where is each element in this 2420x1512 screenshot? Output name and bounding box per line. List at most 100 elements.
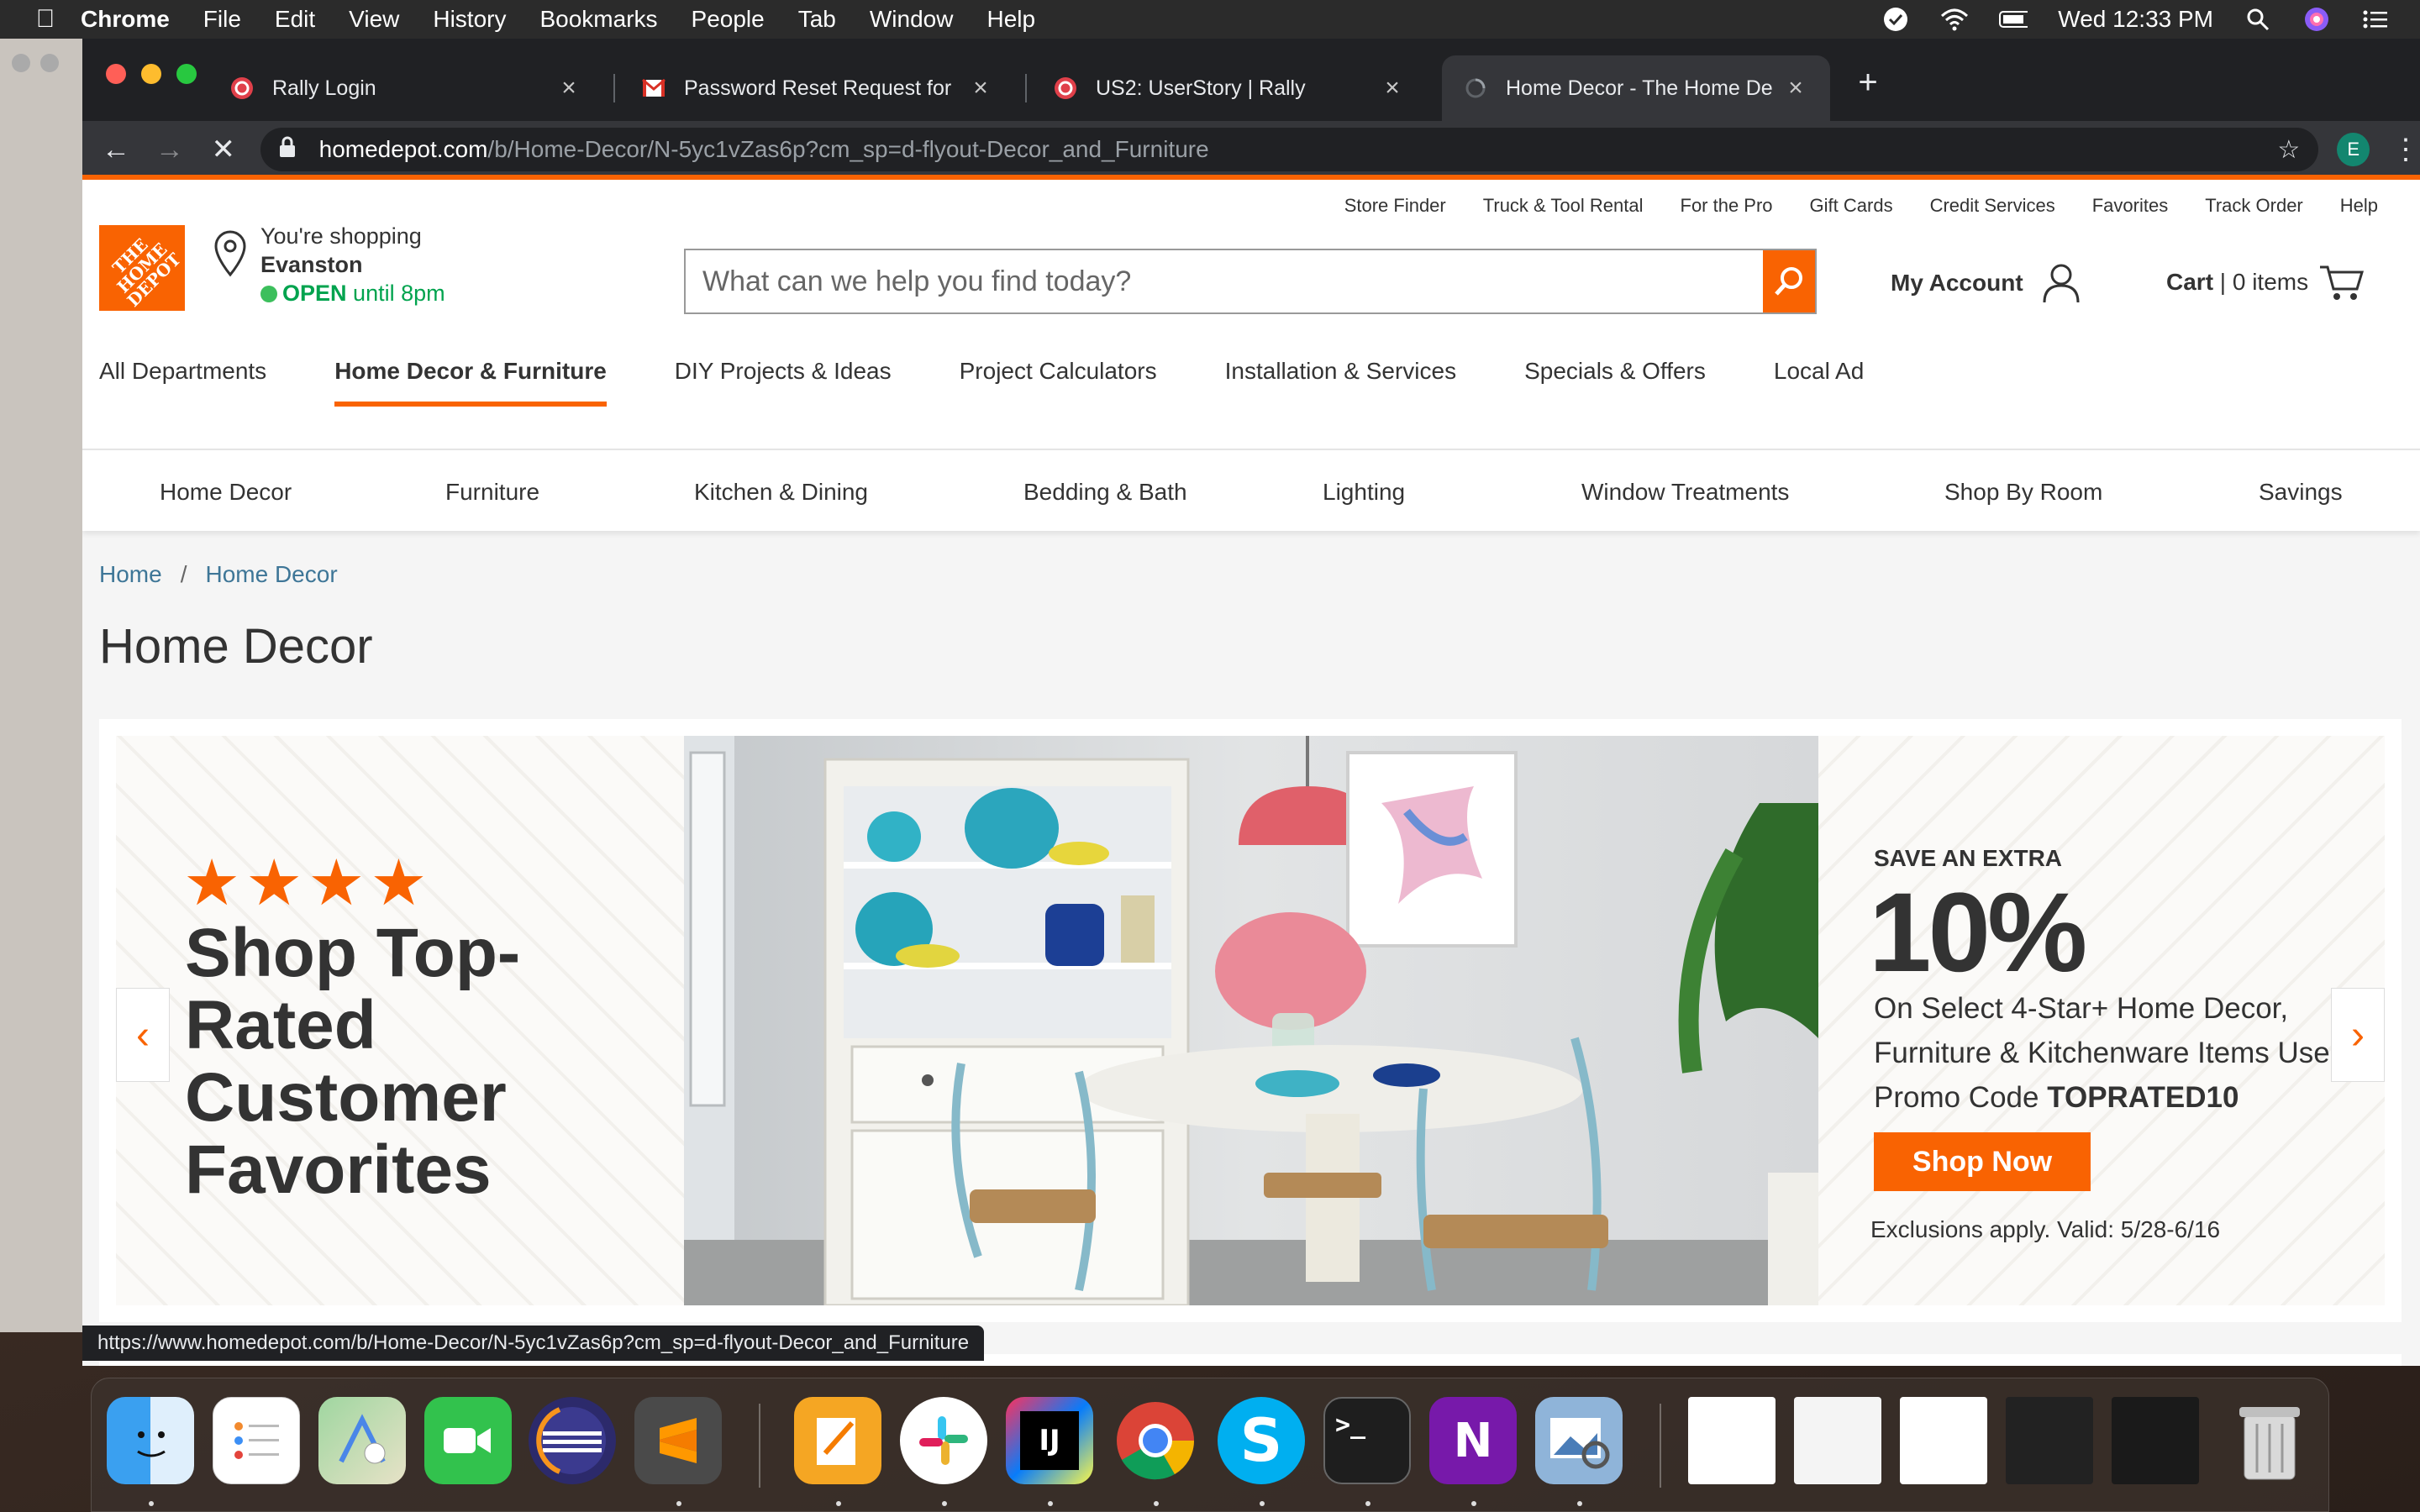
battery-icon[interactable] [1999,7,2028,32]
sublime-text-icon[interactable] [634,1397,722,1484]
breadcrumb-home-decor[interactable]: Home Decor [205,561,337,587]
link-credit-services[interactable]: Credit Services [1930,195,2055,217]
spotlight-search-icon[interactable] [2244,7,2272,32]
subnav-home-decor[interactable]: Home Decor [160,479,292,506]
tab-home-decor-active[interactable]: Home Decor - The Home Depot × [1442,55,1830,121]
subnav-window-treatments[interactable]: Window Treatments [1581,479,1789,506]
subnav-lighting[interactable]: Lighting [1323,479,1405,506]
link-favorites[interactable]: Favorites [2092,195,2168,217]
profile-avatar[interactable]: E [2337,133,2370,166]
shop-now-button[interactable]: Shop Now [1874,1132,2091,1191]
primary-navigation: All Departments Home Decor & Furniture D… [99,356,1932,407]
chrome-icon[interactable] [1112,1397,1199,1484]
background-window[interactable] [0,39,92,1332]
menu-help[interactable]: Help [986,6,1035,33]
window-thumbnail-2[interactable] [1794,1397,1881,1484]
menu-window[interactable]: Window [870,6,954,33]
menu-bookmarks[interactable]: Bookmarks [539,6,657,33]
wifi-icon[interactable] [1940,7,1969,32]
window-thumbnail-4[interactable] [2006,1397,2093,1484]
breadcrumb-home[interactable]: Home [99,561,162,587]
tab-close-icon[interactable]: × [556,74,581,102]
nav-diy-projects[interactable]: DIY Projects & Ideas [675,356,892,407]
menubar-clock[interactable]: Wed 12:33 PM [2058,6,2213,33]
new-tab-button[interactable]: + [1847,64,1889,102]
check-status-icon[interactable] [1881,7,1910,32]
window-thumbnail-5[interactable] [2112,1397,2199,1484]
nav-specials-offers[interactable]: Specials & Offers [1524,356,1706,407]
minimize-window-button[interactable] [141,64,161,84]
close-window-button[interactable] [106,64,126,84]
skype-icon[interactable]: S [1218,1397,1305,1484]
pages-icon[interactable] [794,1397,881,1484]
link-store-finder[interactable]: Store Finder [1344,195,1446,217]
tab-rally-login[interactable]: Rally Login × [208,55,603,121]
finder-icon[interactable] [107,1397,194,1484]
subnav-savings[interactable]: Savings [2259,479,2343,506]
maps-icon[interactable] [318,1397,406,1484]
link-help[interactable]: Help [2340,195,2378,217]
address-bar[interactable]: homedepot.com/b/Home-Decor/N-5yc1vZas6p?… [260,128,2319,171]
nav-local-ad[interactable]: Local Ad [1774,356,1864,407]
menu-people[interactable]: People [692,6,765,33]
nav-home-decor-furniture[interactable]: Home Decor & Furniture [334,356,607,407]
bookmark-star-icon[interactable]: ☆ [2277,135,2300,165]
preview-icon[interactable] [1535,1397,1623,1484]
reminders-icon[interactable] [213,1397,300,1484]
subnav-kitchen-dining[interactable]: Kitchen & Dining [694,479,868,506]
subnav-shop-by-room[interactable]: Shop By Room [1944,479,2102,506]
tab-close-icon[interactable]: × [968,74,993,102]
tab-close-icon[interactable]: × [1380,74,1405,102]
nav-all-departments[interactable]: All Departments [99,356,266,407]
onenote-icon[interactable]: N [1429,1397,1517,1484]
notification-center-icon[interactable] [2361,7,2390,32]
subnav-furniture[interactable]: Furniture [445,479,539,506]
menu-bar:  Chrome File Edit View History Bookmark… [0,0,2420,39]
eclipse-icon[interactable] [529,1397,616,1484]
carousel-prev-arrow-icon[interactable]: ‹ [116,988,170,1082]
nav-installation-services[interactable]: Installation & Services [1225,356,1456,407]
carousel-next-arrow-icon[interactable]: › [2331,988,2385,1082]
tab-title: Home Decor - The Home Depot [1506,76,1773,100]
menu-view[interactable]: View [349,6,399,33]
tab-strip: Rally Login × Password Reset Request for… [82,39,2420,121]
forward-arrow-icon[interactable]: → [143,134,197,166]
nav-project-calculators[interactable]: Project Calculators [960,356,1157,407]
apple-menu-icon[interactable]:  [20,5,71,34]
window-thumbnail-3[interactable] [1900,1397,1987,1484]
menu-app-name[interactable]: Chrome [81,6,170,33]
chrome-menu-icon[interactable]: ⋮ [2391,133,2420,166]
trash-icon[interactable] [2226,1397,2313,1484]
tab-close-icon[interactable]: × [1783,74,1808,102]
back-arrow-icon[interactable]: ← [89,134,143,166]
menu-file[interactable]: File [203,6,241,33]
home-depot-logo[interactable]: THE HOME DEPOT [99,225,185,311]
store-selector[interactable]: You're shopping Evanston OPEN until 8pm [214,222,445,307]
menu-history[interactable]: History [433,6,506,33]
zoom-window-button[interactable] [176,64,197,84]
link-truck-tool-rental[interactable]: Truck & Tool Rental [1483,195,1644,217]
link-for-the-pro[interactable]: For the Pro [1681,195,1773,217]
link-gift-cards[interactable]: Gift Cards [1810,195,1893,217]
siri-icon[interactable] [2302,7,2331,32]
menu-tab[interactable]: Tab [798,6,836,33]
window-thumbnail-1[interactable] [1688,1397,1776,1484]
my-account-button[interactable]: My Account [1891,262,2082,304]
link-track-order[interactable]: Track Order [2205,195,2303,217]
cart-button[interactable]: Cart | 0 items [2166,262,2365,302]
intellij-icon[interactable]: IJ [1006,1397,1093,1484]
tab-password-reset[interactable]: Password Reset Request for CA × [620,55,1015,121]
four-star-rating-icon: ★★★★ [183,848,433,919]
cart-label: Cart [2166,269,2214,295]
slack-icon[interactable] [900,1397,987,1484]
menu-edit[interactable]: Edit [275,6,315,33]
subnav-bedding-bath[interactable]: Bedding & Bath [1023,479,1187,506]
lock-icon[interactable] [279,136,301,164]
search-input[interactable] [686,250,1763,312]
stop-loading-icon[interactable]: ✕ [197,133,250,166]
search-button[interactable] [1763,250,1815,312]
terminal-icon[interactable]: >_ [1323,1397,1411,1484]
hero-banner-content[interactable]: ★★★★ Shop Top-Rated Customer Favorites S… [116,736,2385,1305]
facetime-icon[interactable] [424,1397,512,1484]
tab-us2-userstory[interactable]: US2: UserStory | Rally × [1032,55,1427,121]
